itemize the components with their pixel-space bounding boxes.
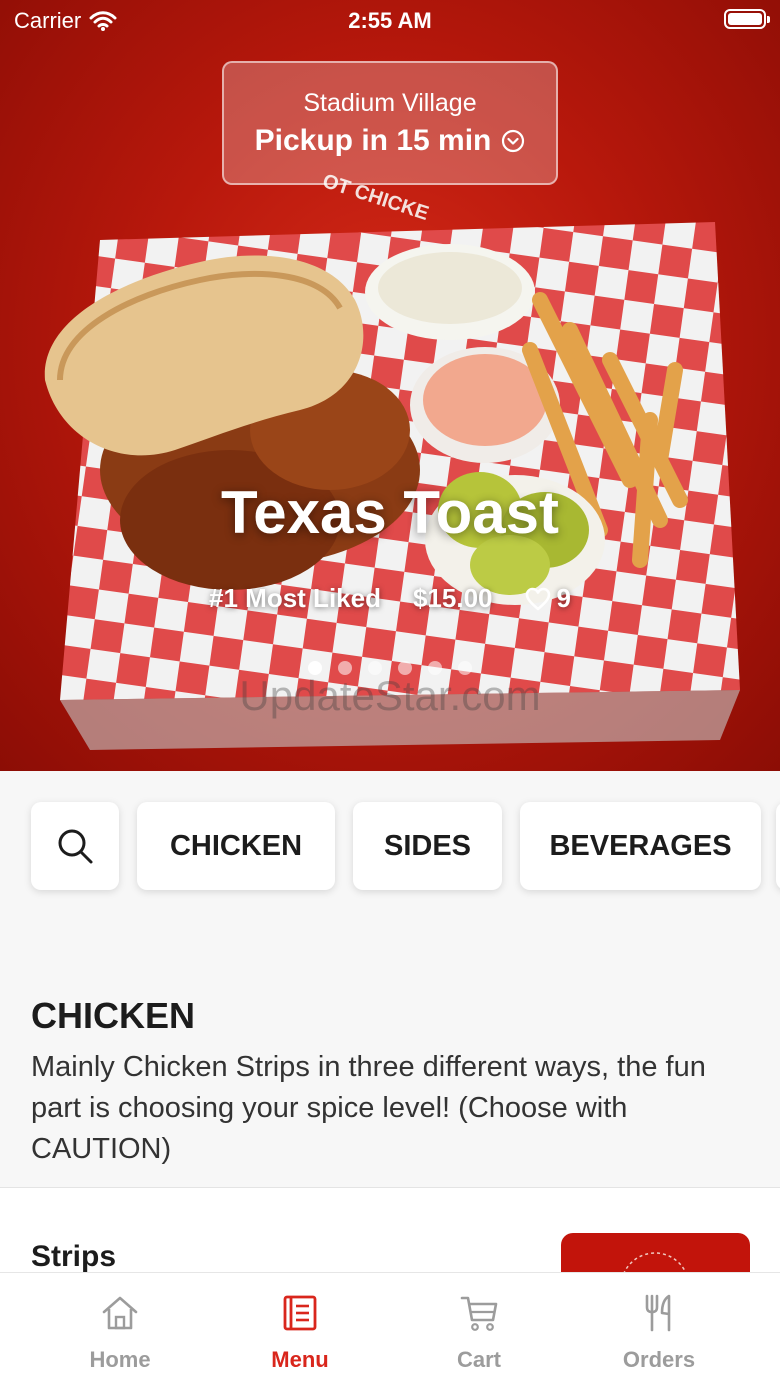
cart-icon [460,1296,498,1331]
search-icon [58,829,93,864]
pickup-time: Pickup in 15 min [224,124,556,158]
location-selector[interactable]: Stadium Village Pickup in 15 min [222,61,558,185]
featured-likes[interactable]: 9 [525,583,571,614]
category-chip-beverages[interactable]: BEVERAGES [520,802,761,890]
menu-icon [283,1295,317,1331]
tab-home[interactable]: Home [40,1293,200,1373]
chevron-down-circle-icon [502,129,525,153]
tab-bar: Home Menu Cart Orders [0,1272,780,1387]
featured-title: Texas Toast [221,479,559,546]
menu-item-title: Strips [31,1240,117,1273]
tab-cart[interactable]: Cart [399,1293,559,1373]
home-icon [102,1296,138,1330]
featured-badge: #1 Most Liked [209,583,381,613]
battery-icon [724,9,770,29]
category-bar: CHICKEN SIDES BEVERAGES [0,802,780,892]
location-name: Stadium Village [303,89,477,117]
tab-menu-label: Menu [271,1347,329,1372]
featured-meta: #1 Most Liked $15.00 9 [0,583,780,614]
section-description: Mainly Chicken Strips in three different… [31,1051,706,1165]
watermark: UpdateStar.com [239,672,541,719]
tab-orders-label: Orders [622,1347,696,1372]
likes-count: 9 [556,583,571,613]
fork-knife-icon [645,1294,671,1332]
search-button[interactable] [31,802,119,890]
section-title: CHICKEN [31,995,196,1036]
category-chip-sides[interactable]: SIDES [353,802,502,890]
status-time: 2:55 AM [348,8,432,33]
featured-price: $15.00 [412,583,493,613]
tab-orders[interactable]: Orders [579,1293,739,1373]
tab-home-label: Home [89,1347,151,1372]
pickup-label: Pickup in 15 min [254,124,492,157]
category-chip-chicken[interactable]: CHICKEN [137,802,335,890]
hero-banner[interactable]: OT CHICKE Carrier 2:55 AM Stadium Villag… [0,0,780,771]
tab-menu[interactable]: Menu [220,1293,380,1373]
tab-cart-label: Cart [456,1347,501,1372]
heart-icon [525,587,550,610]
status-bar: Carrier 2:55 AM [0,0,780,40]
category-chip-overflow[interactable] [776,802,780,890]
